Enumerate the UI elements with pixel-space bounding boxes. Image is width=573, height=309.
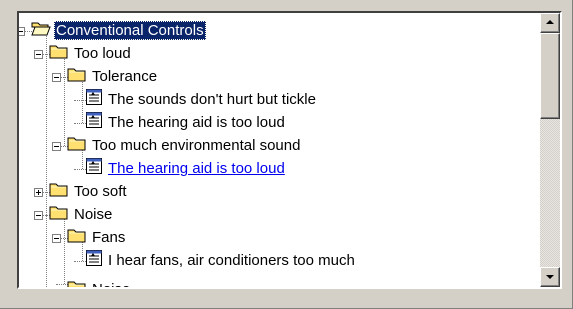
scroll-down-button[interactable]	[540, 267, 560, 287]
tree-folder-item[interactable]: Noise	[49, 203, 114, 226]
tree-view-frame: Conventional Controls Too loud Tolerance Th…	[17, 11, 562, 289]
tree-item-label: Too soft	[74, 183, 127, 200]
collapse-minus-icon[interactable]	[52, 72, 61, 82]
scroll-thumb[interactable]	[540, 33, 560, 119]
collapse-minus-icon[interactable]	[19, 26, 25, 36]
tree-leaf-item[interactable]: The hearing aid is too loud	[85, 111, 287, 134]
collapse-minus-icon[interactable]	[34, 210, 43, 220]
tree-folder-item[interactable]: Noise	[67, 278, 132, 287]
tree-item-label: Noise	[74, 206, 113, 223]
arrow-up-icon	[546, 20, 554, 24]
tree-folder-item[interactable]: Fans	[67, 226, 127, 249]
folder-icon	[67, 279, 87, 287]
tree-connector-line	[46, 214, 47, 287]
tree-item-label: Tolerance	[92, 68, 158, 85]
tree-item-label: The hearing aid is too loud	[108, 114, 285, 131]
tree-view[interactable]: Conventional Controls Too loud Tolerance Th…	[19, 13, 539, 287]
document-icon	[85, 88, 103, 111]
vertical-scrollbar[interactable]	[540, 13, 560, 287]
tree-leaf-item[interactable]: The sounds don't hurt but tickle	[85, 88, 318, 111]
tree-folder-item[interactable]: Too loud	[49, 42, 133, 65]
tree-item-label: Too much environmental sound	[92, 137, 301, 154]
arrow-down-icon	[546, 275, 554, 279]
folder-icon	[49, 204, 69, 225]
tree-item-label: The sounds don't hurt but tickle	[108, 91, 316, 108]
tree-connector-line	[64, 53, 65, 146]
folder-open-icon	[31, 20, 51, 41]
tree-item-label: Too loud	[74, 45, 131, 62]
folder-icon	[67, 66, 87, 87]
tree-item-label: Conventional Controls	[54, 21, 206, 40]
collapse-minus-icon[interactable]	[52, 233, 61, 243]
collapse-minus-icon[interactable]	[52, 141, 61, 151]
tree-item-label: The hearing aid is too loud	[108, 160, 285, 177]
document-icon	[85, 249, 103, 272]
tree-item-label: Noise	[90, 280, 132, 287]
tree-connector-line	[46, 30, 47, 215]
tree-folder-item[interactable]: Tolerance	[67, 65, 159, 88]
expand-plus-icon[interactable]	[34, 187, 43, 197]
tree-panel: Conventional Controls Too loud Tolerance Th…	[0, 0, 573, 309]
tree-item-label: I hear fans, air conditioners too much	[108, 252, 355, 269]
document-icon	[85, 157, 103, 180]
scroll-up-button[interactable]	[540, 13, 560, 33]
folder-icon	[49, 43, 69, 64]
tree-item-label: Fans	[92, 229, 126, 246]
folder-icon	[67, 227, 87, 248]
document-icon	[85, 111, 103, 134]
folder-icon	[67, 135, 87, 156]
tree-folder-item[interactable]: Conventional Controls	[31, 19, 206, 42]
tree-leaf-item[interactable]: The hearing aid is too loud	[85, 157, 287, 180]
collapse-minus-icon[interactable]	[34, 49, 43, 59]
folder-icon	[49, 181, 69, 202]
tree-leaf-item[interactable]: I hear fans, air conditioners too much	[85, 249, 357, 272]
tree-folder-item[interactable]: Too much environmental sound	[67, 134, 302, 157]
tree-folder-item[interactable]: Too soft	[49, 180, 129, 203]
